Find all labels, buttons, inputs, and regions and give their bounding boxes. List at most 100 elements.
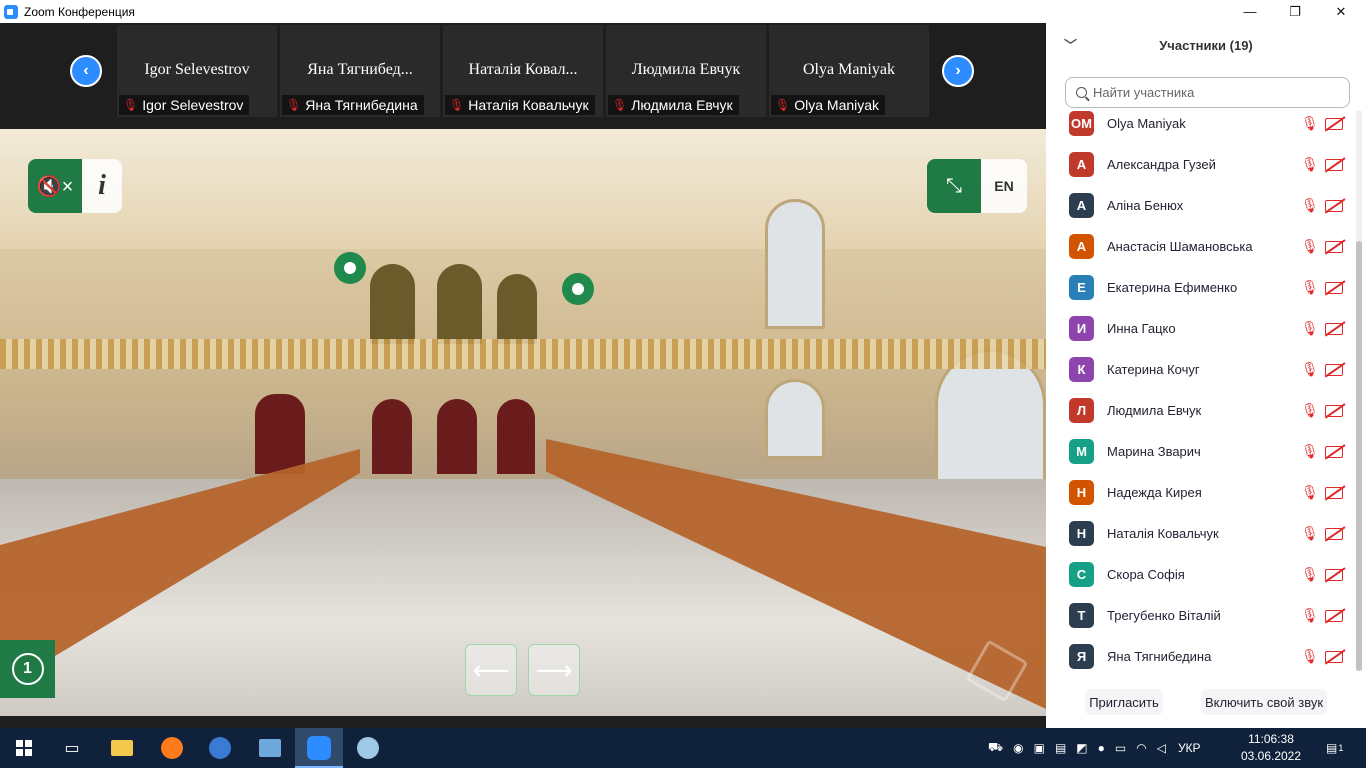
taskbar-clock[interactable]: 11:06:38 03.06.2022 xyxy=(1238,731,1304,765)
network-app-icon[interactable] xyxy=(246,728,294,768)
video-tile[interactable]: Наталія Ковал... 🎙 Наталія Ковальчук xyxy=(443,25,603,117)
exit-fullscreen-icon[interactable]: ⤡ xyxy=(927,159,981,213)
participants-panel: ﹀ Участники (19) OM Olya Maniyak 🎙 А Алексан… xyxy=(1046,23,1366,728)
participant-name: Скора Софія xyxy=(1107,567,1185,582)
tray-battery-icon[interactable]: ▭ xyxy=(1115,741,1126,755)
mic-muted-icon: 🎙 xyxy=(1301,648,1319,664)
shared-screen-virtual-tour[interactable]: 🔇× i ⤡ EN 1 ⟵ ⟶ xyxy=(0,129,1046,716)
participants-header: ﹀ Участники (19) xyxy=(1046,23,1366,67)
camera-off-icon xyxy=(1325,486,1343,499)
next-page-button[interactable]: › xyxy=(942,55,974,87)
browser-icon[interactable] xyxy=(196,728,244,768)
participant-row[interactable]: Т Трегубенко Віталій 🎙 xyxy=(1046,595,1356,636)
hall-balcony xyxy=(0,339,1046,369)
participant-row[interactable]: Н Наталія Ковальчук 🎙 xyxy=(1046,513,1356,554)
participant-name: Olya Maniyak xyxy=(1107,116,1186,131)
participant-row[interactable]: Л Людмила Евчук 🎙 xyxy=(1046,390,1356,431)
tour-next-arrow[interactable]: ⟶ xyxy=(528,644,580,696)
tray-wifi-icon[interactable]: ◠ xyxy=(1136,741,1146,755)
participant-search-input[interactable] xyxy=(1093,85,1333,100)
avatar: С xyxy=(1069,562,1094,587)
hall-window xyxy=(765,379,825,459)
tray-app-icon[interactable]: ⛟ xyxy=(988,740,1003,756)
avatar: Л xyxy=(1069,398,1094,423)
participant-row[interactable]: Я Яна Тягнибедина 🎙 xyxy=(1046,636,1356,669)
scrollbar-thumb[interactable] xyxy=(1356,241,1362,671)
info-icon[interactable]: i xyxy=(82,159,122,213)
camera-off-icon xyxy=(1325,158,1343,171)
hall-window xyxy=(765,199,825,329)
paint-icon[interactable] xyxy=(344,728,392,768)
input-language[interactable]: УКР xyxy=(1178,741,1201,755)
hall-arch xyxy=(370,264,415,344)
camera-off-icon xyxy=(1325,322,1343,335)
start-button[interactable] xyxy=(0,728,48,768)
tile-label: 🎙 Igor Selevestrov xyxy=(119,95,250,115)
tray-globe-icon[interactable]: ◉ xyxy=(1013,741,1023,755)
unmute-self-button[interactable]: Включить свой звук xyxy=(1201,689,1327,715)
participant-search[interactable] xyxy=(1065,77,1350,108)
prev-page-button[interactable]: ‹ xyxy=(70,55,102,87)
zoom-taskbar-icon[interactable] xyxy=(295,728,343,768)
sound-muted-icon[interactable]: 🔇× xyxy=(28,159,82,213)
task-view-icon[interactable]: ▭ xyxy=(48,728,96,768)
tile-name: Наталія Ковал... xyxy=(468,61,578,78)
avatar: OM xyxy=(1069,111,1094,136)
tray-network-icon[interactable]: ▤ xyxy=(1055,741,1066,755)
participants-title: Участники (19) xyxy=(1159,37,1253,53)
mic-muted-icon: 🎙 xyxy=(1301,361,1319,377)
tour-hotspot[interactable] xyxy=(562,273,594,305)
hall-door xyxy=(437,399,477,474)
video-tile[interactable]: Olya Maniyak 🎙 Olya Maniyak xyxy=(769,25,929,117)
tile-label: 🎙 Людмила Евчук xyxy=(608,95,739,115)
camera-off-icon xyxy=(1325,240,1343,253)
autoplay-timer-button[interactable]: 1 xyxy=(0,640,55,698)
hall-door xyxy=(255,394,305,474)
tray-mic-icon[interactable]: ● xyxy=(1098,741,1105,755)
tray-volume-icon[interactable]: ◁ xyxy=(1157,741,1166,755)
participant-row[interactable]: К Катерина Кочуг 🎙 xyxy=(1046,349,1356,390)
participant-row[interactable]: Е Екатерина Ефименко 🎙 xyxy=(1046,267,1356,308)
camera-off-icon xyxy=(1325,281,1343,294)
invite-button[interactable]: Пригласить xyxy=(1085,689,1163,715)
participant-row[interactable]: С Скора Софія 🎙 xyxy=(1046,554,1356,595)
mic-muted-icon: 🎙 xyxy=(123,98,139,112)
participants-scrollbar[interactable] xyxy=(1356,111,1362,671)
video-tile[interactable]: Igor Selevestrov 🎙 Igor Selevestrov xyxy=(117,25,277,117)
tile-name: Olya Maniyak xyxy=(803,61,895,78)
tray-zoom-icon[interactable]: ▣ xyxy=(1034,741,1045,755)
participant-row[interactable]: И Инна Гацко 🎙 xyxy=(1046,308,1356,349)
participant-row[interactable]: OM Olya Maniyak 🎙 xyxy=(1046,109,1356,144)
participants-list: OM Olya Maniyak 🎙 А Александра Гузей 🎙 А Аліна … xyxy=(1046,109,1356,669)
participant-name: Марина Зварич xyxy=(1107,444,1201,459)
maximize-button[interactable]: ❐ xyxy=(1272,0,1318,23)
notification-center-button[interactable]: ▤ 1 xyxy=(1326,728,1343,768)
clock-time: 11:06:38 xyxy=(1248,732,1294,746)
video-tile[interactable]: Яна Тягнибед... 🎙 Яна Тягнибедина xyxy=(280,25,440,117)
participant-row[interactable]: Н Надежда Кирея 🎙 xyxy=(1046,472,1356,513)
camera-off-icon xyxy=(1325,527,1343,540)
tour-hotspot[interactable] xyxy=(334,252,366,284)
language-switch[interactable]: EN xyxy=(981,159,1027,213)
close-button[interactable]: ✕ xyxy=(1318,0,1364,23)
notification-count: 1 xyxy=(1338,743,1344,753)
camera-off-icon xyxy=(1325,650,1343,663)
avatar: А xyxy=(1069,193,1094,218)
search-icon xyxy=(1076,87,1087,98)
participants-footer: Пригласить Включить свой звук xyxy=(1046,687,1366,717)
tray-acrobat-icon[interactable]: ◩ xyxy=(1076,741,1087,755)
firefox-icon[interactable] xyxy=(148,728,196,768)
file-explorer-icon[interactable] xyxy=(98,728,146,768)
collapse-chevron-icon[interactable]: ﹀ xyxy=(1064,35,1077,54)
participant-row[interactable]: А Анастасія Шамановська 🎙 xyxy=(1046,226,1356,267)
minimize-button[interactable]: — xyxy=(1227,0,1273,23)
avatar: Н xyxy=(1069,521,1094,546)
hall-door xyxy=(372,399,412,474)
video-tile[interactable]: Людмила Евчук 🎙 Людмила Евчук xyxy=(606,25,766,117)
tour-prev-arrow[interactable]: ⟵ xyxy=(465,644,517,696)
participant-row[interactable]: А Аліна Бенюх 🎙 xyxy=(1046,185,1356,226)
camera-off-icon xyxy=(1325,609,1343,622)
tile-label: 🎙 Яна Тягнибедина xyxy=(282,95,424,115)
participant-row[interactable]: А Александра Гузей 🎙 xyxy=(1046,144,1356,185)
participant-row[interactable]: М Марина Зварич 🎙 xyxy=(1046,431,1356,472)
